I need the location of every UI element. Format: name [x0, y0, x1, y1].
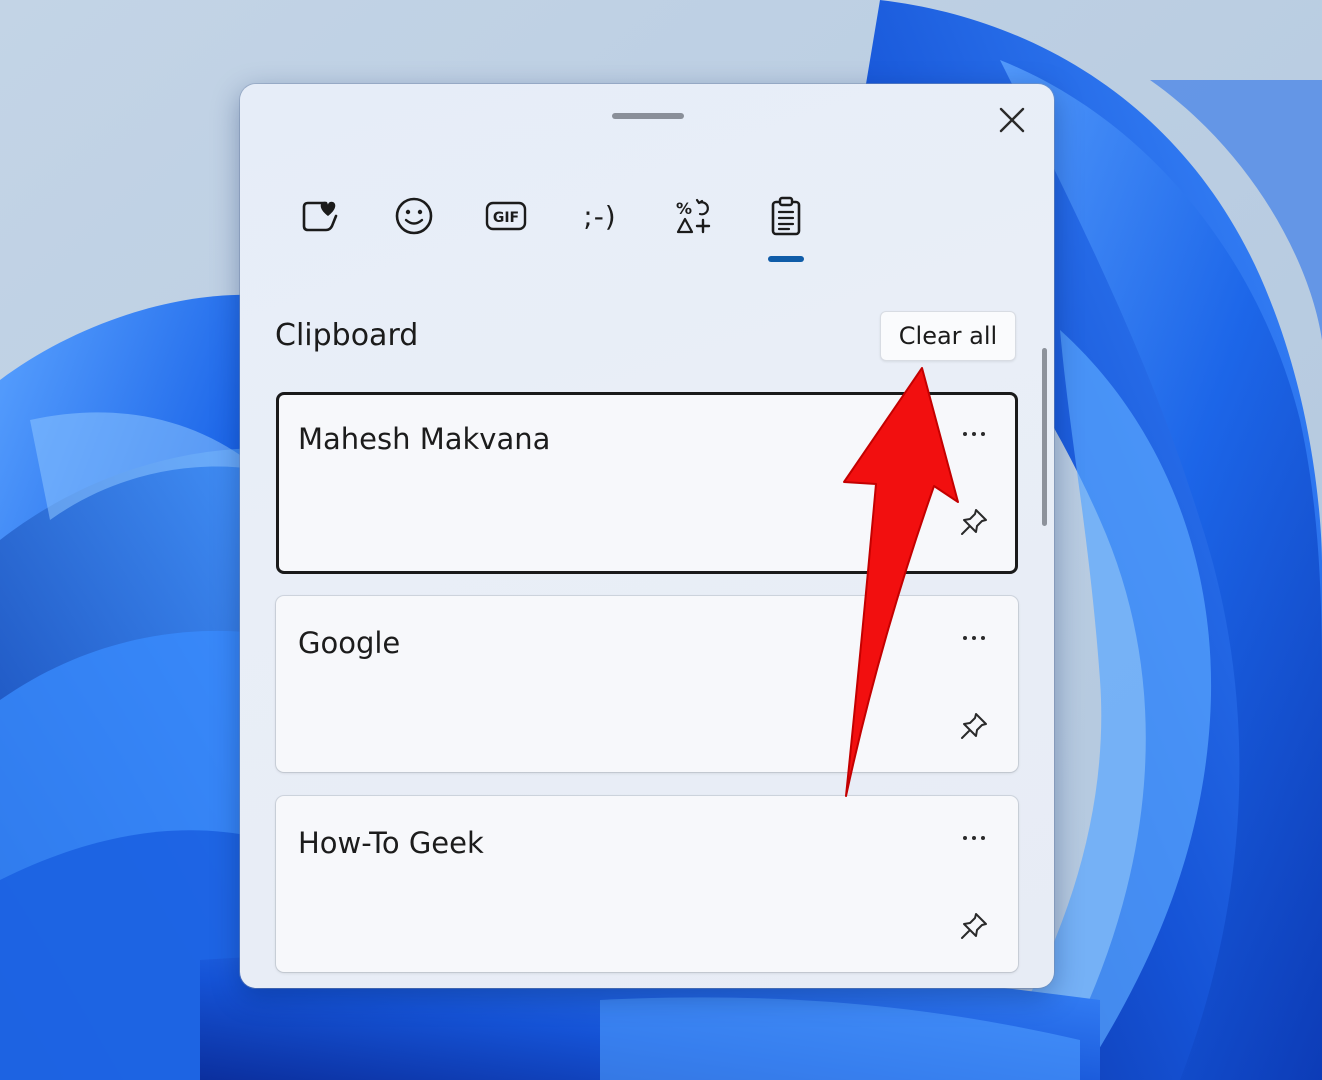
- clear-all-button[interactable]: Clear all: [880, 311, 1016, 361]
- gif-icon: GIF: [485, 201, 527, 231]
- selected-tab-indicator: [768, 256, 804, 262]
- close-button[interactable]: [994, 102, 1030, 138]
- clipboard-icon: [771, 196, 801, 236]
- tab-gif[interactable]: GIF: [478, 188, 534, 244]
- pin-button[interactable]: [956, 504, 992, 540]
- scrollbar-thumb[interactable]: [1042, 348, 1047, 526]
- more-options-button[interactable]: [956, 624, 992, 652]
- smiley-face-icon: [395, 197, 433, 235]
- more-options-button[interactable]: [956, 824, 992, 852]
- tab-kaomoji-favorites[interactable]: [292, 188, 348, 244]
- gif-icon-label: GIF: [493, 210, 519, 226]
- drag-handle[interactable]: [612, 113, 684, 119]
- pin-icon: [961, 509, 987, 535]
- section-title: Clipboard: [275, 318, 419, 353]
- heart-sticker-icon: [302, 201, 338, 232]
- more-options-icon: [963, 636, 985, 640]
- pin-icon: [961, 713, 987, 739]
- emoji-clipboard-panel: GIF ;-) % Clipboard Clear all Mahesh Mak…: [240, 84, 1054, 988]
- pin-button[interactable]: [956, 908, 992, 944]
- close-icon: [999, 107, 1025, 133]
- kaomoji-icon: ;-): [583, 199, 617, 233]
- svg-text:%: %: [676, 199, 692, 218]
- tab-clipboard[interactable]: [758, 188, 814, 244]
- clipboard-item-text: Google: [298, 626, 401, 660]
- more-options-button[interactable]: [956, 420, 992, 448]
- clipboard-item[interactable]: Mahesh Makvana: [276, 392, 1018, 574]
- symbols-icon: %: [676, 198, 711, 234]
- pin-button[interactable]: [956, 708, 992, 744]
- more-options-icon: [963, 836, 985, 840]
- tab-emoji[interactable]: [386, 188, 442, 244]
- clipboard-item[interactable]: Google: [276, 596, 1018, 772]
- clipboard-item-text: How-To Geek: [298, 826, 484, 860]
- clipboard-item-text: Mahesh Makvana: [298, 422, 551, 456]
- pin-icon: [961, 913, 987, 939]
- tab-kaomoji[interactable]: ;-): [572, 188, 628, 244]
- tab-symbols[interactable]: %: [666, 188, 722, 244]
- more-options-icon: [963, 432, 985, 436]
- clipboard-item[interactable]: How-To Geek: [276, 796, 1018, 972]
